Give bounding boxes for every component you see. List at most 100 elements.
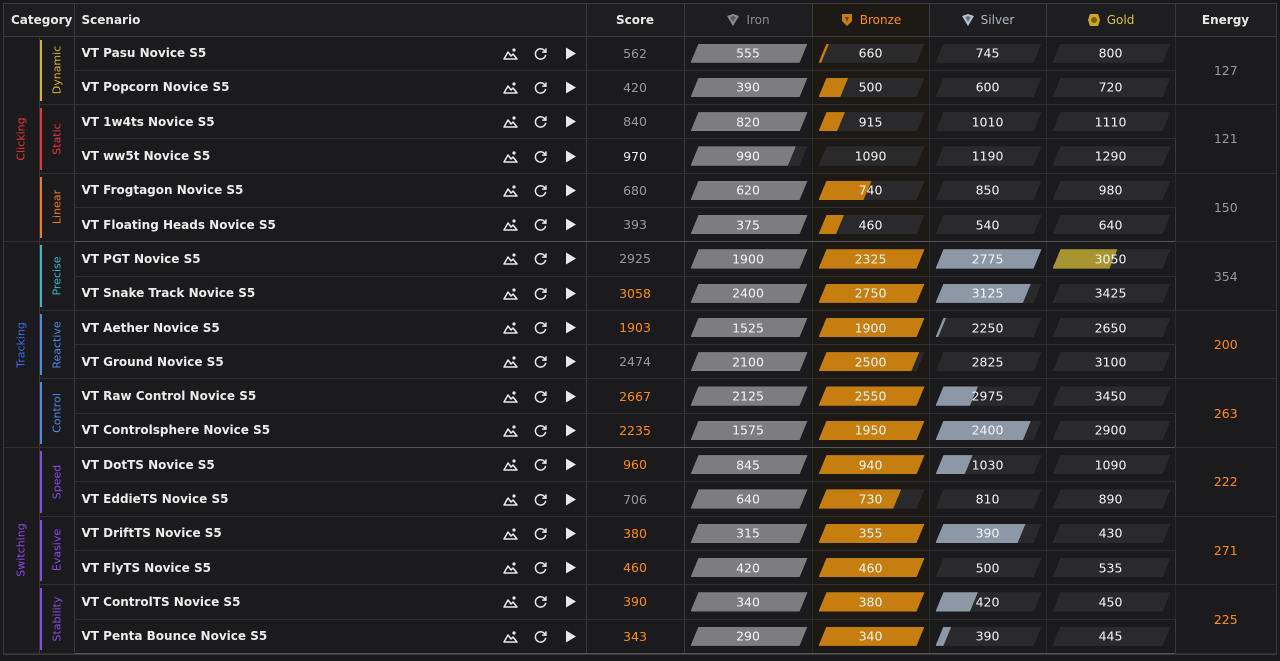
table-row[interactable]: Linear VT Frogtagon Novice S5 680 620 74…: [4, 173, 1276, 243]
refresh-icon[interactable]: [526, 526, 556, 541]
landscape-icon[interactable]: [496, 390, 526, 403]
landscape-icon[interactable]: [496, 150, 526, 163]
landscape-icon[interactable]: [496, 184, 526, 197]
scenario-name[interactable]: VT PGT Novice S5: [82, 252, 201, 266]
scenario-name[interactable]: VT Penta Bounce Novice S5: [82, 629, 268, 643]
landscape-icon[interactable]: [496, 458, 526, 471]
scenario-name[interactable]: VT Pasu Novice S5: [82, 46, 207, 60]
landscape-icon[interactable]: [496, 355, 526, 369]
refresh-icon[interactable]: [526, 354, 556, 369]
landscape-icon[interactable]: [496, 321, 526, 334]
table-row[interactable]: Control VT Raw Control Novice S5 2667 21…: [4, 378, 1276, 449]
play-icon[interactable]: [556, 355, 586, 368]
refresh-icon[interactable]: [526, 423, 556, 438]
table-row[interactable]: Static VT 1w4ts Novice S5 840 820 915 10…: [4, 104, 1276, 174]
refresh-icon[interactable]: [526, 389, 556, 404]
play-icon[interactable]: [556, 115, 586, 128]
table-row[interactable]: VT FlyTS Novice S5 460 420 460 500 535: [4, 550, 1276, 586]
scenario-name[interactable]: VT ww5t Novice S5: [82, 149, 211, 163]
scenario-name[interactable]: VT 1w4ts Novice S5: [82, 115, 215, 129]
play-icon[interactable]: [556, 493, 586, 506]
table-row[interactable]: VT EddieTS Novice S5 706 640 730 810 890: [4, 481, 1276, 517]
gold-threshold-value: 3450: [1094, 388, 1127, 404]
play-icon[interactable]: [556, 595, 586, 608]
landscape-icon[interactable]: [496, 81, 526, 94]
header-category[interactable]: Category: [4, 4, 75, 37]
refresh-icon[interactable]: [526, 251, 556, 266]
scenario-name[interactable]: VT Raw Control Novice S5: [82, 389, 257, 403]
scenario-name[interactable]: VT DriftTS Novice S5: [82, 526, 222, 540]
header-bronze[interactable]: Bronze: [812, 4, 930, 37]
landscape-icon[interactable]: [496, 115, 526, 128]
table-row[interactable]: Evasive VT DriftTS Novice S5 380 315 355…: [4, 516, 1276, 586]
header-iron[interactable]: Iron: [684, 4, 813, 37]
landscape-icon[interactable]: [496, 527, 526, 540]
play-icon[interactable]: [556, 321, 586, 334]
table-row[interactable]: Switching Speed VT DotTS Novice S5 960 8…: [4, 447, 1276, 654]
header-gold[interactable]: Gold: [1046, 4, 1176, 37]
play-icon[interactable]: [556, 81, 586, 94]
table-row[interactable]: VT Snake Track Novice S5 3058 2400 2750 …: [4, 276, 1276, 311]
table-row[interactable]: VT Penta Bounce Novice S5 343 290 340 39…: [4, 619, 1276, 654]
header-silver[interactable]: Silver: [929, 4, 1047, 37]
refresh-icon[interactable]: [526, 629, 556, 644]
scenario-name[interactable]: VT EddieTS Novice S5: [82, 492, 229, 506]
refresh-icon[interactable]: [526, 492, 556, 507]
play-icon[interactable]: [556, 527, 586, 540]
table-row[interactable]: VT Floating Heads Novice S5 393 375 460 …: [4, 207, 1276, 243]
refresh-icon[interactable]: [526, 114, 556, 129]
refresh-icon[interactable]: [526, 320, 556, 335]
scenario-name[interactable]: VT DotTS Novice S5: [82, 458, 215, 472]
refresh-icon[interactable]: [526, 286, 556, 301]
refresh-icon[interactable]: [526, 560, 556, 575]
table-row[interactable]: VT ww5t Novice S5 970 990 1090 1190 1290: [4, 138, 1276, 174]
refresh-icon[interactable]: [526, 149, 556, 164]
refresh-icon[interactable]: [526, 183, 556, 198]
play-icon[interactable]: [556, 252, 586, 265]
play-icon[interactable]: [556, 287, 586, 300]
landscape-icon[interactable]: [496, 218, 526, 231]
header-energy[interactable]: Energy: [1175, 4, 1276, 37]
header-score[interactable]: Score: [586, 4, 685, 37]
table-row[interactable]: VT Popcorn Novice S5 420 390 500 600 720: [4, 70, 1276, 106]
landscape-icon[interactable]: [496, 595, 526, 609]
landscape-icon[interactable]: [496, 630, 526, 643]
table-row[interactable]: Stability VT ControlTS Novice S5 390 340…: [4, 584, 1276, 654]
play-icon[interactable]: [556, 218, 586, 231]
table-row[interactable]: Reactive VT Aether Novice S5 1903 1525 1…: [4, 310, 1276, 380]
play-icon[interactable]: [556, 630, 586, 643]
play-icon[interactable]: [556, 150, 586, 163]
table-row[interactable]: Clicking Dynamic VT Pasu Novice S5 562 5…: [4, 36, 1276, 243]
scenario-name[interactable]: VT Snake Track Novice S5: [82, 286, 256, 300]
play-icon[interactable]: [556, 458, 586, 471]
refresh-icon[interactable]: [526, 80, 556, 95]
landscape-icon[interactable]: [496, 424, 526, 437]
header-scenario[interactable]: Scenario: [74, 4, 587, 37]
landscape-icon[interactable]: [496, 287, 526, 300]
scenario-name[interactable]: VT Controlsphere Novice S5: [82, 423, 271, 437]
scenario-name[interactable]: VT Frogtagon Novice S5: [82, 183, 244, 197]
scenario-name[interactable]: VT Ground Novice S5: [82, 355, 224, 369]
play-icon[interactable]: [556, 184, 586, 197]
table-row[interactable]: VT Controlsphere Novice S5 2235 1575 195…: [4, 413, 1276, 449]
refresh-icon[interactable]: [526, 217, 556, 232]
scenario-name[interactable]: VT Popcorn Novice S5: [82, 80, 230, 94]
play-icon[interactable]: [556, 561, 586, 574]
play-icon[interactable]: [556, 424, 586, 437]
landscape-icon[interactable]: [496, 561, 526, 574]
play-icon[interactable]: [556, 390, 586, 403]
scenario-name[interactable]: VT ControlTS Novice S5: [82, 595, 241, 609]
table-row[interactable]: Tracking Precise VT PGT Novice S5 2925 1…: [4, 241, 1276, 449]
refresh-icon[interactable]: [526, 457, 556, 472]
refresh-icon[interactable]: [526, 46, 556, 61]
landscape-icon[interactable]: [496, 47, 526, 60]
scenario-name[interactable]: VT Floating Heads Novice S5: [82, 218, 276, 232]
scenario-name[interactable]: VT FlyTS Novice S5: [82, 561, 211, 575]
table-row[interactable]: VT Ground Novice S5 2474 2100 2500 2825 …: [4, 344, 1276, 380]
landscape-icon[interactable]: [496, 252, 526, 266]
refresh-icon[interactable]: [526, 594, 556, 609]
play-icon[interactable]: [556, 47, 586, 60]
bronze-threshold-value: 340: [858, 628, 883, 644]
landscape-icon[interactable]: [496, 493, 526, 506]
scenario-name[interactable]: VT Aether Novice S5: [82, 321, 220, 335]
